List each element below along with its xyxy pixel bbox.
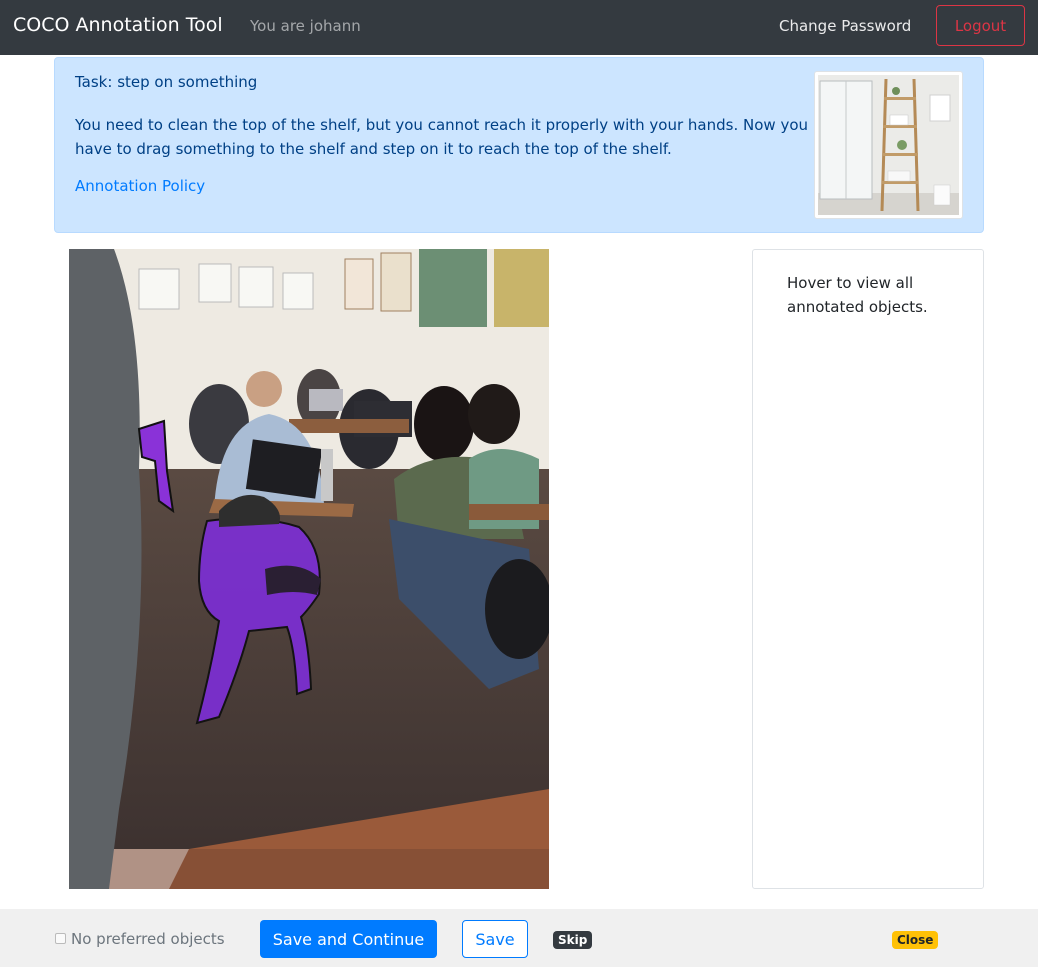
no-preferred-objects-label[interactable]: No preferred objects [71, 930, 225, 948]
task-title: Task: step on something [75, 73, 258, 91]
skip-button[interactable]: Skip [553, 931, 593, 949]
objects-hover-hint: Hover to view all annotated objects. [787, 274, 928, 316]
change-password-link[interactable]: Change Password [779, 17, 911, 35]
action-footer: No preferred objects Save and Continue S… [0, 909, 1038, 967]
task-panel: Task: step on something You need to clea… [54, 57, 984, 233]
logout-button[interactable]: Logout [936, 5, 1025, 46]
task-description: You need to clean the top of the shelf, … [75, 116, 809, 158]
annotated-objects-panel[interactable]: Hover to view all annotated objects. [752, 249, 984, 889]
annotation-image[interactable] [69, 249, 549, 889]
save-and-continue-button[interactable]: Save and Continue [260, 920, 437, 958]
no-preferred-objects-checkbox[interactable] [55, 933, 66, 944]
shelf-thumbnail-illustration [818, 75, 959, 215]
navbar: COCO Annotation Tool You are johann Chan… [0, 0, 1038, 55]
user-greeting: You are johann [250, 17, 361, 35]
app-title[interactable]: COCO Annotation Tool [13, 14, 223, 36]
save-button[interactable]: Save [462, 920, 528, 958]
task-reference-image [814, 71, 963, 219]
annotation-policy-link[interactable]: Annotation Policy [75, 177, 205, 195]
close-button[interactable]: Close [892, 931, 939, 949]
cafe-scene-illustration [69, 249, 549, 889]
